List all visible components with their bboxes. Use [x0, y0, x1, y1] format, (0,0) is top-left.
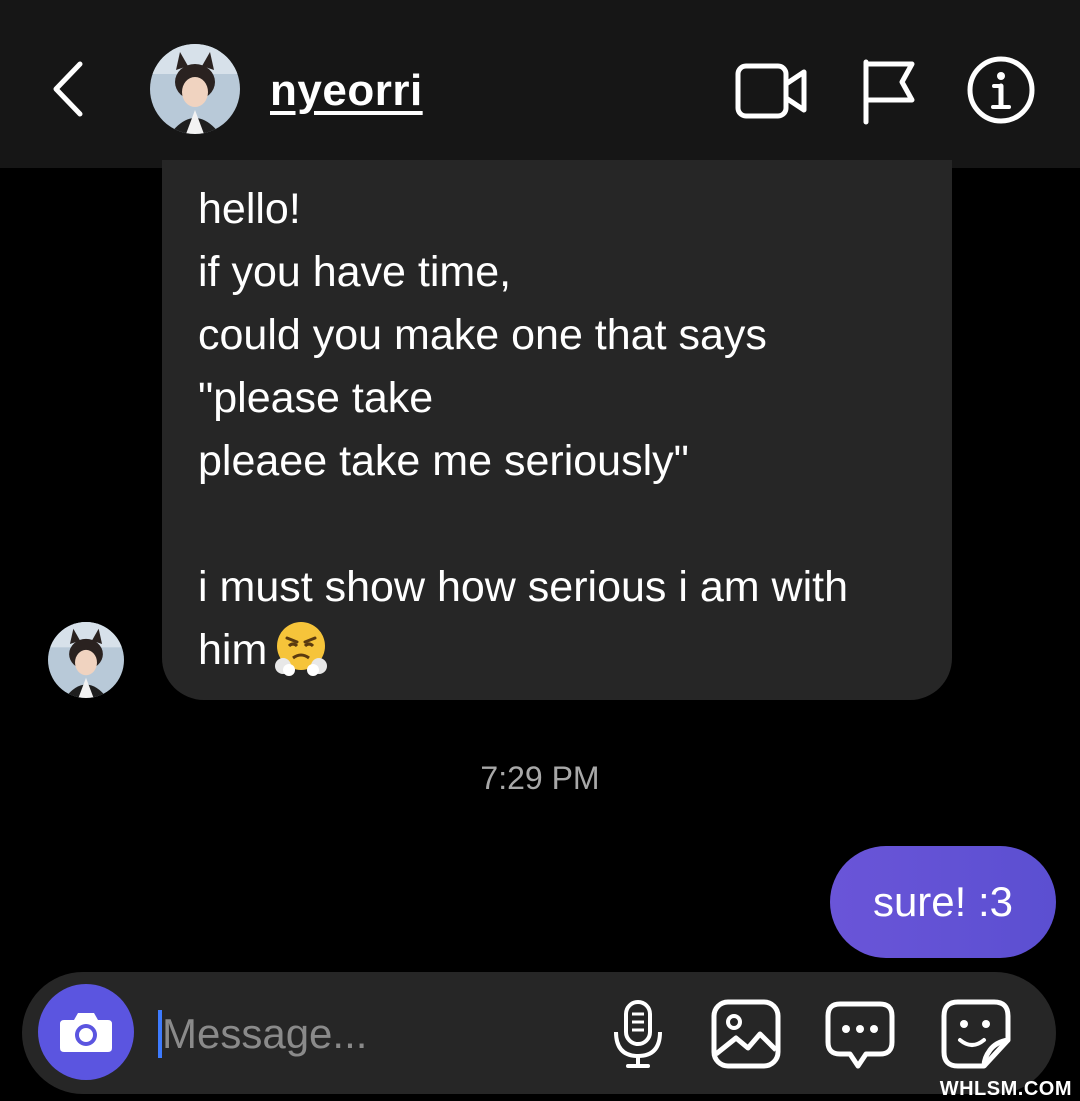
camera-button[interactable]	[38, 984, 134, 1080]
message-timestamp: 7:29 PM	[480, 760, 600, 796]
sticker-icon[interactable]	[938, 996, 1014, 1072]
info-icon[interactable]	[964, 52, 1044, 132]
message-input[interactable]	[162, 1008, 562, 1060]
message-line-last: him	[198, 619, 918, 682]
watermark: WHLSM.COM	[939, 1078, 1072, 1100]
video-call-icon[interactable]	[732, 52, 812, 132]
message-line: i must show how serious i am with	[198, 563, 848, 611]
chat-header: nyeorri	[0, 0, 1080, 168]
outgoing-message-bubble[interactable]: sure! :3	[830, 846, 1056, 958]
camera-icon	[60, 1013, 112, 1052]
message-composer	[22, 972, 1056, 1094]
avatar[interactable]	[150, 44, 240, 134]
outgoing-message-text: sure! :3	[872, 878, 1014, 925]
chat-bubble-icon[interactable]	[822, 996, 898, 1072]
username-link[interactable]: nyeorri	[270, 66, 423, 116]
message-line: pleaee take me seriously"	[198, 437, 689, 485]
flag-icon[interactable]	[854, 52, 934, 132]
message-line	[198, 493, 918, 556]
gallery-icon[interactable]	[708, 996, 784, 1072]
message-line: if you have time,	[198, 248, 512, 296]
message-text: him	[198, 626, 268, 674]
message-line: hello!	[198, 185, 301, 233]
message-line: could you make one that says	[198, 311, 767, 359]
back-chevron-icon[interactable]	[40, 54, 100, 124]
steam-face-emoji-icon	[275, 621, 328, 676]
sender-avatar[interactable]	[48, 622, 124, 698]
message-line: "please take	[198, 374, 434, 422]
incoming-message-bubble[interactable]: hello! if you have time, could you make …	[162, 160, 952, 700]
microphone-icon[interactable]	[600, 996, 676, 1072]
